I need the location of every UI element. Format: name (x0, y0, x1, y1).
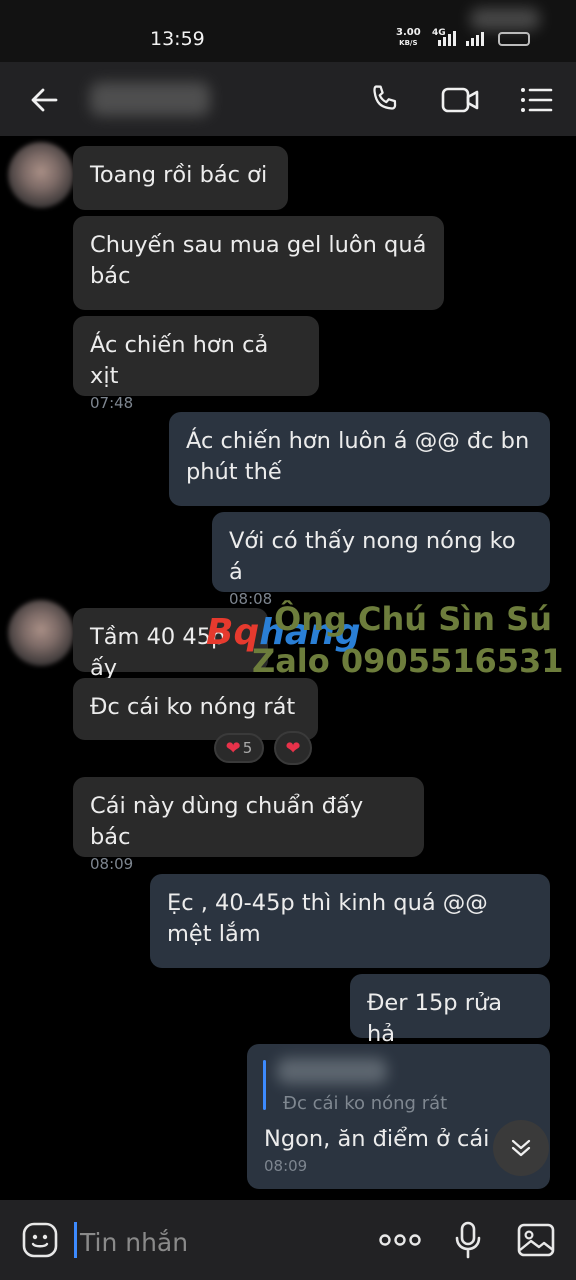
microphone-icon (455, 1221, 481, 1259)
message-text: Tầm 40 45p ấy (90, 624, 226, 681)
signal-icon (438, 30, 456, 46)
contact-name[interactable] (90, 82, 280, 122)
quoted-text: Đc cái ko nóng rát (283, 1093, 448, 1114)
chat-area[interactable]: Toang rồi bác ơi Chuyến sau mua gel luôn… (0, 136, 576, 1200)
reaction-count: 5 (242, 739, 253, 757)
scroll-to-bottom-button[interactable] (493, 1120, 549, 1176)
message-bubble-outgoing[interactable]: Với có thấy nong nóng ko á 08:08 (212, 512, 550, 608)
message-text: Toang rồi bác ơi (90, 162, 268, 188)
quoted-sender (277, 1058, 387, 1084)
blurred-quoted-sender (277, 1058, 387, 1084)
message-time: 08:09 (90, 855, 134, 873)
avatar[interactable] (8, 142, 74, 208)
message-text: Với có thấy nong nóng ko á (229, 528, 516, 585)
message-bubble[interactable]: Tầm 40 45p ấy (73, 608, 268, 681)
message-bubble[interactable]: Ác chiến hơn cả xịt 07:48 (73, 316, 319, 412)
chat-header (0, 62, 576, 136)
sticker-button[interactable] (18, 1218, 62, 1262)
message-bubble-outgoing[interactable]: Ẹc , 40-45p thì kinh quá @@ mệt lắm (150, 874, 550, 968)
blurred-contact-name (90, 82, 210, 116)
input-bar: Tin nhắn (0, 1200, 576, 1280)
status-bar: 13:59 3.00 KB/S 4G (0, 0, 576, 62)
message-bubble[interactable]: Cái này dùng chuẩn đấy bác 08:09 (73, 777, 424, 873)
avatar[interactable] (8, 600, 74, 666)
message-text: Đer 15p rửa hả (367, 990, 503, 1047)
message-bubble[interactable]: Toang rồi bác ơi (73, 146, 288, 210)
message-text: Đc cái ko nóng rát (90, 694, 296, 720)
menu-button[interactable] (516, 80, 556, 120)
heart-icon: ❤ (285, 737, 301, 759)
gallery-button[interactable] (514, 1218, 558, 1262)
quote-bar (263, 1060, 266, 1110)
chevron-down-icon (511, 1139, 531, 1157)
signal-icon-2 (466, 30, 484, 46)
network-speed: 3.00 KB/S (396, 27, 421, 48)
more-dots-icon (379, 1234, 421, 1246)
video-call-button[interactable] (440, 80, 480, 120)
message-text: Ác chiến hơn cả xịt (90, 332, 269, 389)
message-input-placeholder: Tin nhắn (80, 1227, 189, 1257)
reaction-summary[interactable]: ❤ 5 (214, 733, 264, 763)
react-button[interactable]: ❤ (274, 731, 312, 765)
more-options-button[interactable] (378, 1218, 422, 1262)
phone-icon (373, 85, 397, 110)
voice-record-button[interactable] (446, 1218, 490, 1262)
message-bubble[interactable]: Đc cái ko nóng rát (73, 678, 318, 740)
back-button[interactable] (24, 80, 64, 120)
list-menu-icon (521, 88, 553, 112)
message-text: Chuyến sau mua gel luôn quá bác (90, 232, 427, 289)
message-time: 07:48 (90, 394, 134, 412)
battery-icon (498, 32, 530, 46)
message-bubble-outgoing[interactable]: Ác chiến hơn luôn á @@ đc bn phút thế (169, 412, 550, 506)
message-text: Ác chiến hơn luôn á @@ đc bn phút thế (186, 428, 530, 485)
message-text: Cái này dùng chuẩn đấy bác (90, 793, 364, 850)
message-bubble-outgoing[interactable]: Đer 15p rửa hả (350, 974, 550, 1047)
blurred-status-area (470, 8, 540, 30)
message-time: 08:09 (264, 1157, 308, 1175)
message-input[interactable]: Tin nhắn (76, 1220, 356, 1264)
emoji-icon (22, 1222, 58, 1258)
message-text: Ẹc , 40-45p thì kinh quá @@ mệt lắm (167, 890, 488, 947)
status-time: 13:59 (150, 28, 205, 50)
message-time: 08:08 (229, 590, 273, 608)
video-camera-icon (441, 87, 479, 113)
heart-icon: ❤ (225, 737, 241, 759)
image-gallery-icon (517, 1223, 555, 1257)
back-arrow-icon (31, 88, 58, 112)
message-bubble[interactable]: Chuyến sau mua gel luôn quá bác (73, 216, 444, 310)
voice-call-button[interactable] (364, 80, 404, 120)
